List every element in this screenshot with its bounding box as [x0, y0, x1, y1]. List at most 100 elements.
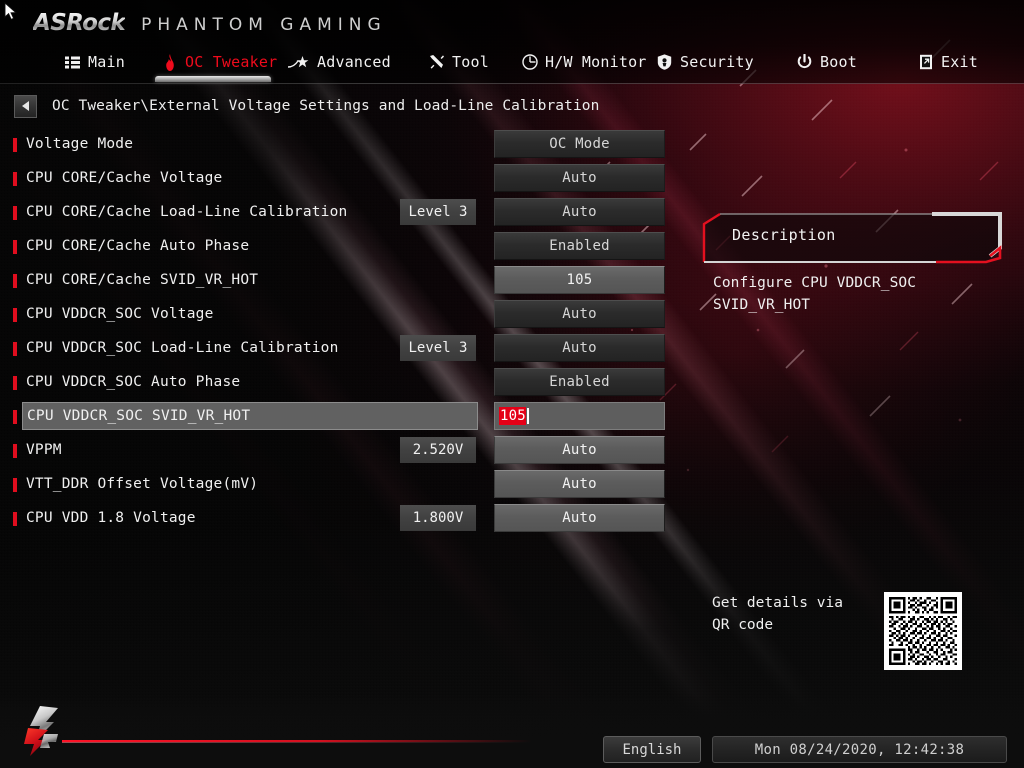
setting-value[interactable]: Auto	[494, 436, 665, 464]
setting-value[interactable]: Enabled	[494, 232, 665, 260]
main-menu-bar: Main OC Tweaker Advanced Tool H/W Monito…	[0, 44, 1024, 84]
table-row-selected[interactable]: CPU VDDCR_SOC SVID_VR_HOT 105	[0, 400, 672, 434]
setting-label: CPU CORE/Cache Load-Line Calibration	[26, 204, 348, 220]
table-row[interactable]: CPU CORE/Cache Load-Line Calibration Lev…	[0, 196, 672, 230]
table-row[interactable]: CPU CORE/Cache Voltage Auto	[0, 162, 672, 196]
setting-value[interactable]: Auto	[494, 300, 665, 328]
table-row[interactable]: Voltage Mode OC Mode	[0, 128, 672, 162]
row-marker-icon	[13, 240, 17, 254]
row-marker-icon	[13, 478, 17, 492]
menu-item-label: Tool	[452, 53, 489, 71]
row-label-wrap: Voltage Mode	[22, 130, 478, 158]
menu-item-advanced[interactable]: Advanced	[288, 44, 391, 80]
qr-block: Get details via QR code	[712, 592, 1012, 672]
menu-item-label: H/W Monitor	[545, 53, 647, 71]
menu-item-label: Advanced	[317, 53, 391, 71]
setting-label: CPU VDDCR_SOC Load-Line Calibration	[26, 340, 339, 356]
footer-accent-line-glow	[62, 742, 532, 743]
menu-item-label: Security	[680, 53, 754, 71]
brand-asrock-text: ASRock	[33, 10, 126, 36]
gauge-icon	[521, 54, 538, 71]
row-marker-icon	[13, 308, 17, 322]
power-icon	[796, 54, 813, 71]
table-row[interactable]: CPU CORE/Cache SVID_VR_HOT 105	[0, 264, 672, 298]
setting-badge[interactable]: Level 3	[400, 335, 476, 361]
table-row[interactable]: VTT_DDR Offset Voltage(mV) Auto	[0, 468, 672, 502]
setting-value[interactable]: OC Mode	[494, 130, 665, 158]
setting-value[interactable]: Auto	[494, 504, 665, 532]
setting-label: VTT_DDR Offset Voltage(mV)	[26, 476, 259, 492]
back-button[interactable]	[14, 94, 37, 118]
row-label-wrap: CPU CORE/Cache Voltage	[22, 164, 478, 192]
shield-icon	[656, 54, 673, 71]
menu-item-tool[interactable]: Tool	[428, 44, 489, 80]
table-row[interactable]: CPU VDDCR_SOC Voltage Auto	[0, 298, 672, 332]
flame-icon	[161, 53, 178, 71]
datetime-display: Mon 08/24/2020, 12:42:38	[712, 736, 1007, 763]
phantom-gaming-logo	[24, 706, 58, 756]
header: ASRock PHANTOM GAMING Main OC Tweaker Ad…	[0, 0, 1024, 84]
row-label-wrap: CPU VDDCR_SOC SVID_VR_HOT	[22, 402, 478, 430]
row-marker-icon	[13, 444, 17, 458]
setting-label: CPU CORE/Cache Voltage	[26, 170, 223, 186]
description-title: Description	[732, 226, 836, 244]
table-row[interactable]: CPU VDDCR_SOC Load-Line Calibration Leve…	[0, 332, 672, 366]
menu-item-label: Exit	[941, 53, 978, 71]
language-selector[interactable]: English	[603, 736, 701, 763]
row-marker-icon	[13, 376, 17, 390]
menu-item-main[interactable]: Main	[64, 44, 125, 80]
qr-caption: Get details via QR code	[712, 595, 843, 633]
chevron-left-icon	[22, 101, 29, 111]
header-divider	[0, 83, 1024, 84]
row-label-wrap: CPU VDDCR_SOC Voltage	[22, 300, 478, 328]
row-marker-icon	[13, 206, 17, 220]
row-marker-icon	[13, 274, 17, 288]
setting-value[interactable]: 105	[494, 266, 665, 294]
text-caret	[526, 408, 529, 424]
brand-logo: ASRock PHANTOM GAMING	[33, 10, 387, 36]
setting-label: Voltage Mode	[26, 136, 134, 152]
setting-value[interactable]: Auto	[494, 470, 665, 498]
menu-item-oc-tweaker[interactable]: OC Tweaker	[161, 44, 277, 80]
setting-value[interactable]: Auto	[494, 164, 665, 192]
setting-value[interactable]: Enabled	[494, 368, 665, 396]
breadcrumb: OC Tweaker\External Voltage Settings and…	[0, 90, 1024, 122]
setting-label: CPU VDD 1.8 Voltage	[26, 510, 196, 526]
setting-value-input[interactable]: 105	[494, 402, 665, 430]
setting-label: CPU VDDCR_SOC SVID_VR_HOT	[27, 408, 251, 424]
setting-badge[interactable]: 2.520V	[400, 437, 476, 463]
table-row[interactable]: CPU VDD 1.8 Voltage 1.800V Auto	[0, 502, 672, 536]
menu-item-security[interactable]: Security	[656, 44, 754, 80]
row-marker-icon	[13, 342, 17, 356]
row-label-wrap: CPU CORE/Cache SVID_VR_HOT	[22, 266, 478, 294]
tools-icon	[428, 54, 445, 71]
setting-badge[interactable]: 1.800V	[400, 505, 476, 531]
description-text: Configure CPU VDDCR_SOC SVID_VR_HOT	[713, 275, 917, 313]
setting-value[interactable]: Auto	[494, 334, 665, 362]
menu-item-boot[interactable]: Boot	[796, 44, 857, 80]
settings-list: Voltage Mode OC Mode CPU CORE/Cache Volt…	[0, 128, 672, 536]
menu-item-label: OC Tweaker	[185, 53, 278, 71]
table-row[interactable]: CPU CORE/Cache Auto Phase Enabled	[0, 230, 672, 264]
row-marker-icon	[13, 172, 17, 186]
menu-item-label: Boot	[820, 53, 857, 71]
setting-value-selected-text: 105	[499, 407, 526, 425]
table-row[interactable]: VPPM 2.520V Auto	[0, 434, 672, 468]
table-row[interactable]: CPU VDDCR_SOC Auto Phase Enabled	[0, 366, 672, 400]
bios-screen: ASRock PHANTOM GAMING Main OC Tweaker Ad…	[0, 0, 1024, 768]
setting-label: VPPM	[26, 442, 62, 458]
row-marker-icon	[13, 410, 17, 424]
active-tab-indicator	[155, 76, 271, 82]
setting-label: CPU CORE/Cache Auto Phase	[26, 238, 250, 254]
qr-code-icon	[884, 592, 962, 670]
row-marker-icon	[13, 138, 17, 152]
row-label-wrap: CPU CORE/Cache Auto Phase	[22, 232, 478, 260]
menu-item-hw-monitor[interactable]: H/W Monitor	[521, 44, 647, 80]
menu-item-exit[interactable]: Exit	[917, 44, 978, 80]
list-icon	[64, 54, 81, 71]
setting-value[interactable]: Auto	[494, 198, 665, 226]
setting-badge[interactable]: Level 3	[400, 199, 476, 225]
brand-series-text: PHANTOM GAMING	[141, 15, 387, 35]
breadcrumb-path: OC Tweaker\External Voltage Settings and…	[52, 98, 600, 114]
row-label-wrap: VTT_DDR Offset Voltage(mV)	[22, 470, 478, 498]
